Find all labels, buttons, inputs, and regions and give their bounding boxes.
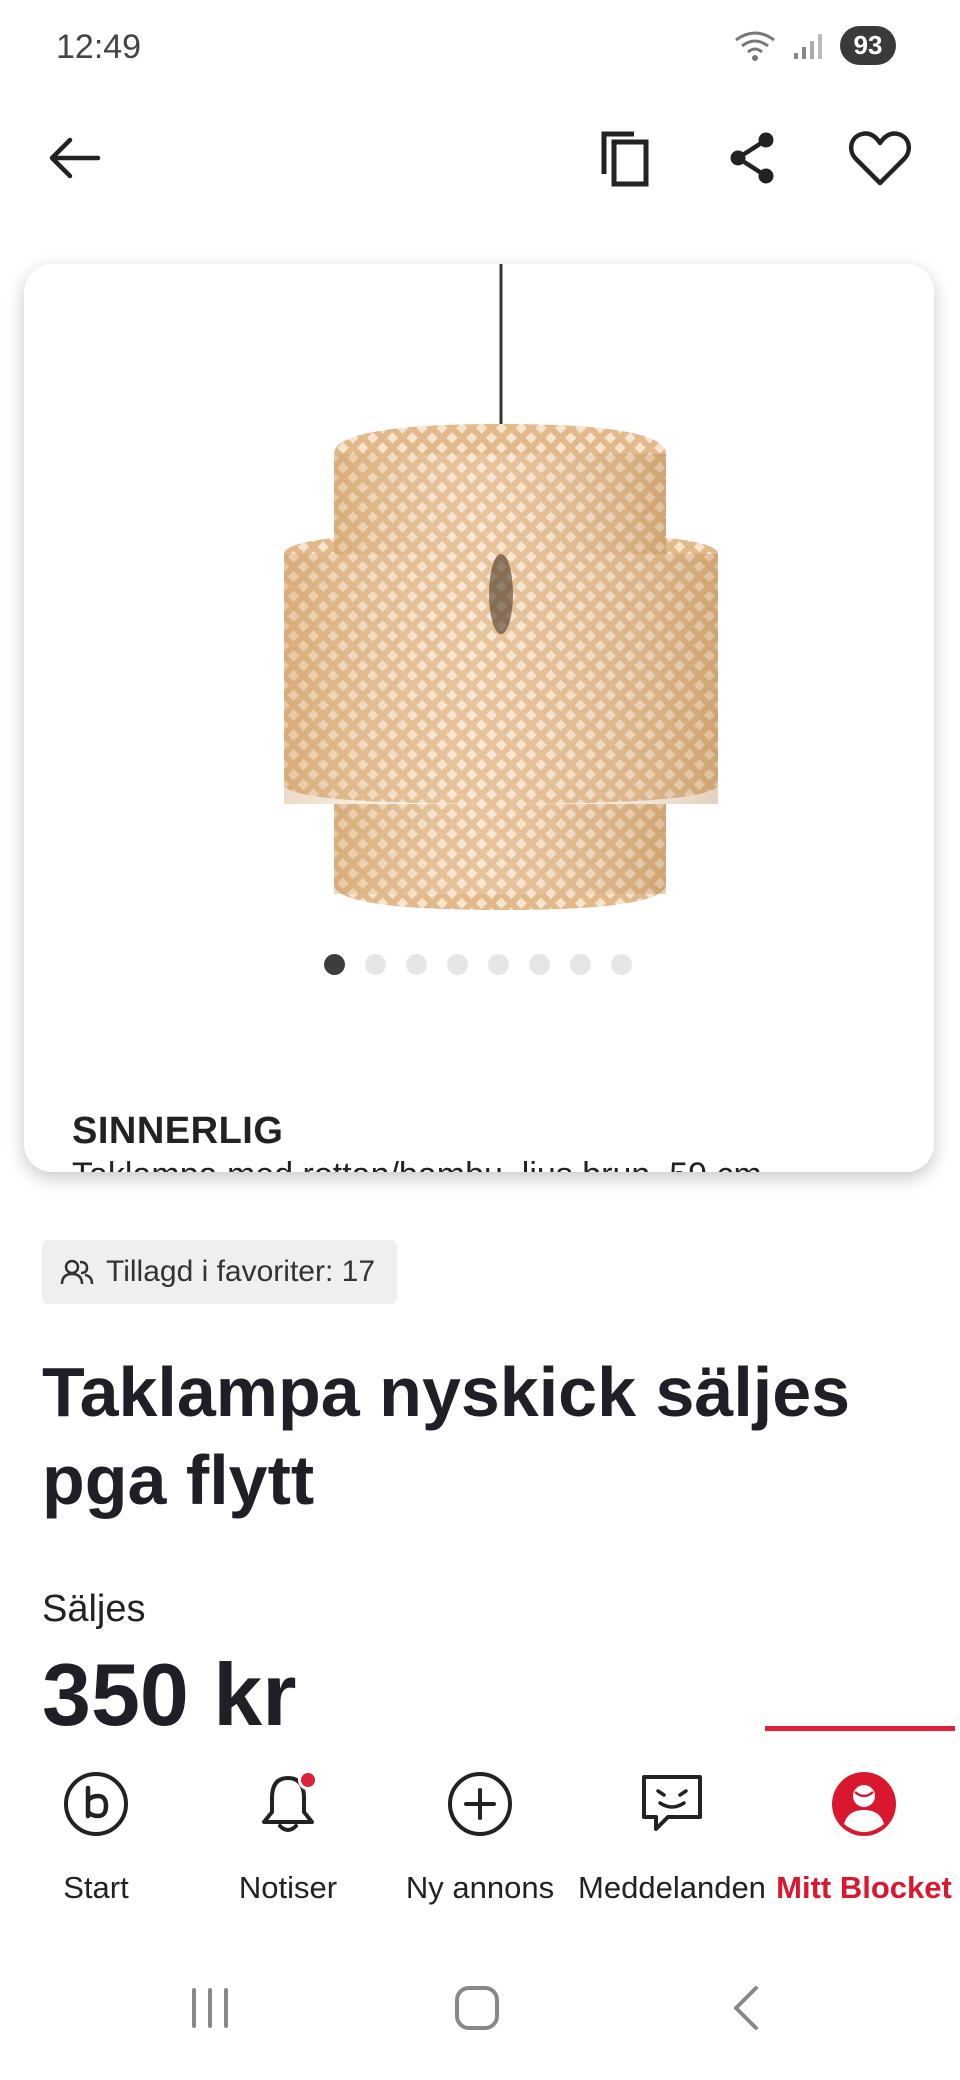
favorites-count-text: Tillagd i favoriter: 17 <box>106 1255 376 1288</box>
sale-type-label: Säljes <box>42 1588 146 1630</box>
top-action-bar <box>0 110 960 210</box>
system-back-button[interactable] <box>706 1978 786 2038</box>
system-navigation-bar <box>0 1960 960 2060</box>
battery-indicator: 93 <box>840 26 896 65</box>
blocket-b-icon <box>60 1768 132 1840</box>
recent-apps-button[interactable] <box>170 1978 250 2038</box>
plus-circle-icon <box>444 1768 516 1840</box>
copy-button[interactable] <box>586 118 666 198</box>
nav-notiser[interactable]: Notiser <box>192 1740 384 1910</box>
notification-badge <box>298 1770 318 1790</box>
share-button[interactable] <box>712 118 792 198</box>
active-tab-indicator <box>765 1726 955 1731</box>
nav-label: Meddelanden <box>578 1870 766 1905</box>
favorites-count-chip: Tillagd i favoriter: 17 <box>42 1240 398 1304</box>
profile-icon <box>828 1768 900 1840</box>
chat-icon <box>636 1768 708 1840</box>
carousel-dot[interactable] <box>611 954 632 975</box>
nav-start[interactable]: Start <box>0 1740 192 1910</box>
arrow-left-icon <box>49 137 101 179</box>
product-image <box>284 264 718 910</box>
copy-icon <box>601 131 649 187</box>
bell-icon <box>252 1768 324 1840</box>
carousel-dot[interactable] <box>365 954 386 975</box>
status-time: 12:49 <box>56 28 142 66</box>
image-caption-subtitle: Taklampa med rottan/bambu, ljus brun, 59… <box>72 1156 762 1172</box>
favorite-button[interactable] <box>840 118 920 198</box>
wifi-icon <box>735 31 775 61</box>
carousel-dot[interactable] <box>529 954 550 975</box>
nav-label: Start <box>63 1870 129 1905</box>
carousel-indicator <box>324 954 632 975</box>
home-icon <box>455 1986 499 2030</box>
nav-ny-annons[interactable]: Ny annons <box>384 1740 576 1910</box>
carousel-dot[interactable] <box>324 954 345 975</box>
chevron-left-icon <box>734 1986 758 2030</box>
back-button[interactable] <box>34 118 114 198</box>
price: 350 kr <box>42 1645 297 1744</box>
ad-title: Taklampa nyskick säljes pga flytt <box>42 1353 851 1519</box>
home-button[interactable] <box>437 1978 517 2038</box>
share-icon <box>730 132 774 184</box>
signal-icon <box>794 33 822 59</box>
carousel-dot[interactable] <box>570 954 591 975</box>
bottom-navigation: Start Notiser Ny annons Meddelanden Mitt… <box>0 1740 960 1910</box>
nav-label: Ny annons <box>405 1870 555 1905</box>
heart-icon <box>848 131 912 186</box>
people-icon <box>60 1259 94 1285</box>
nav-mitt-blocket[interactable]: Mitt Blocket <box>768 1740 960 1910</box>
carousel-dot[interactable] <box>488 954 509 975</box>
nav-meddelanden[interactable]: Meddelanden <box>576 1740 768 1910</box>
image-caption: SINNERLIG <box>72 1110 284 1152</box>
recent-apps-icon <box>192 1988 228 2028</box>
status-icons: 93 <box>732 26 896 65</box>
nav-label: Mitt Blocket <box>776 1870 952 1905</box>
image-carousel[interactable]: SINNERLIG Taklampa med rottan/bambu, lju… <box>24 264 934 1172</box>
status-bar: 12:49 93 <box>0 0 960 96</box>
carousel-dot[interactable] <box>447 954 468 975</box>
nav-label: Notiser <box>238 1870 338 1905</box>
carousel-dot[interactable] <box>406 954 427 975</box>
